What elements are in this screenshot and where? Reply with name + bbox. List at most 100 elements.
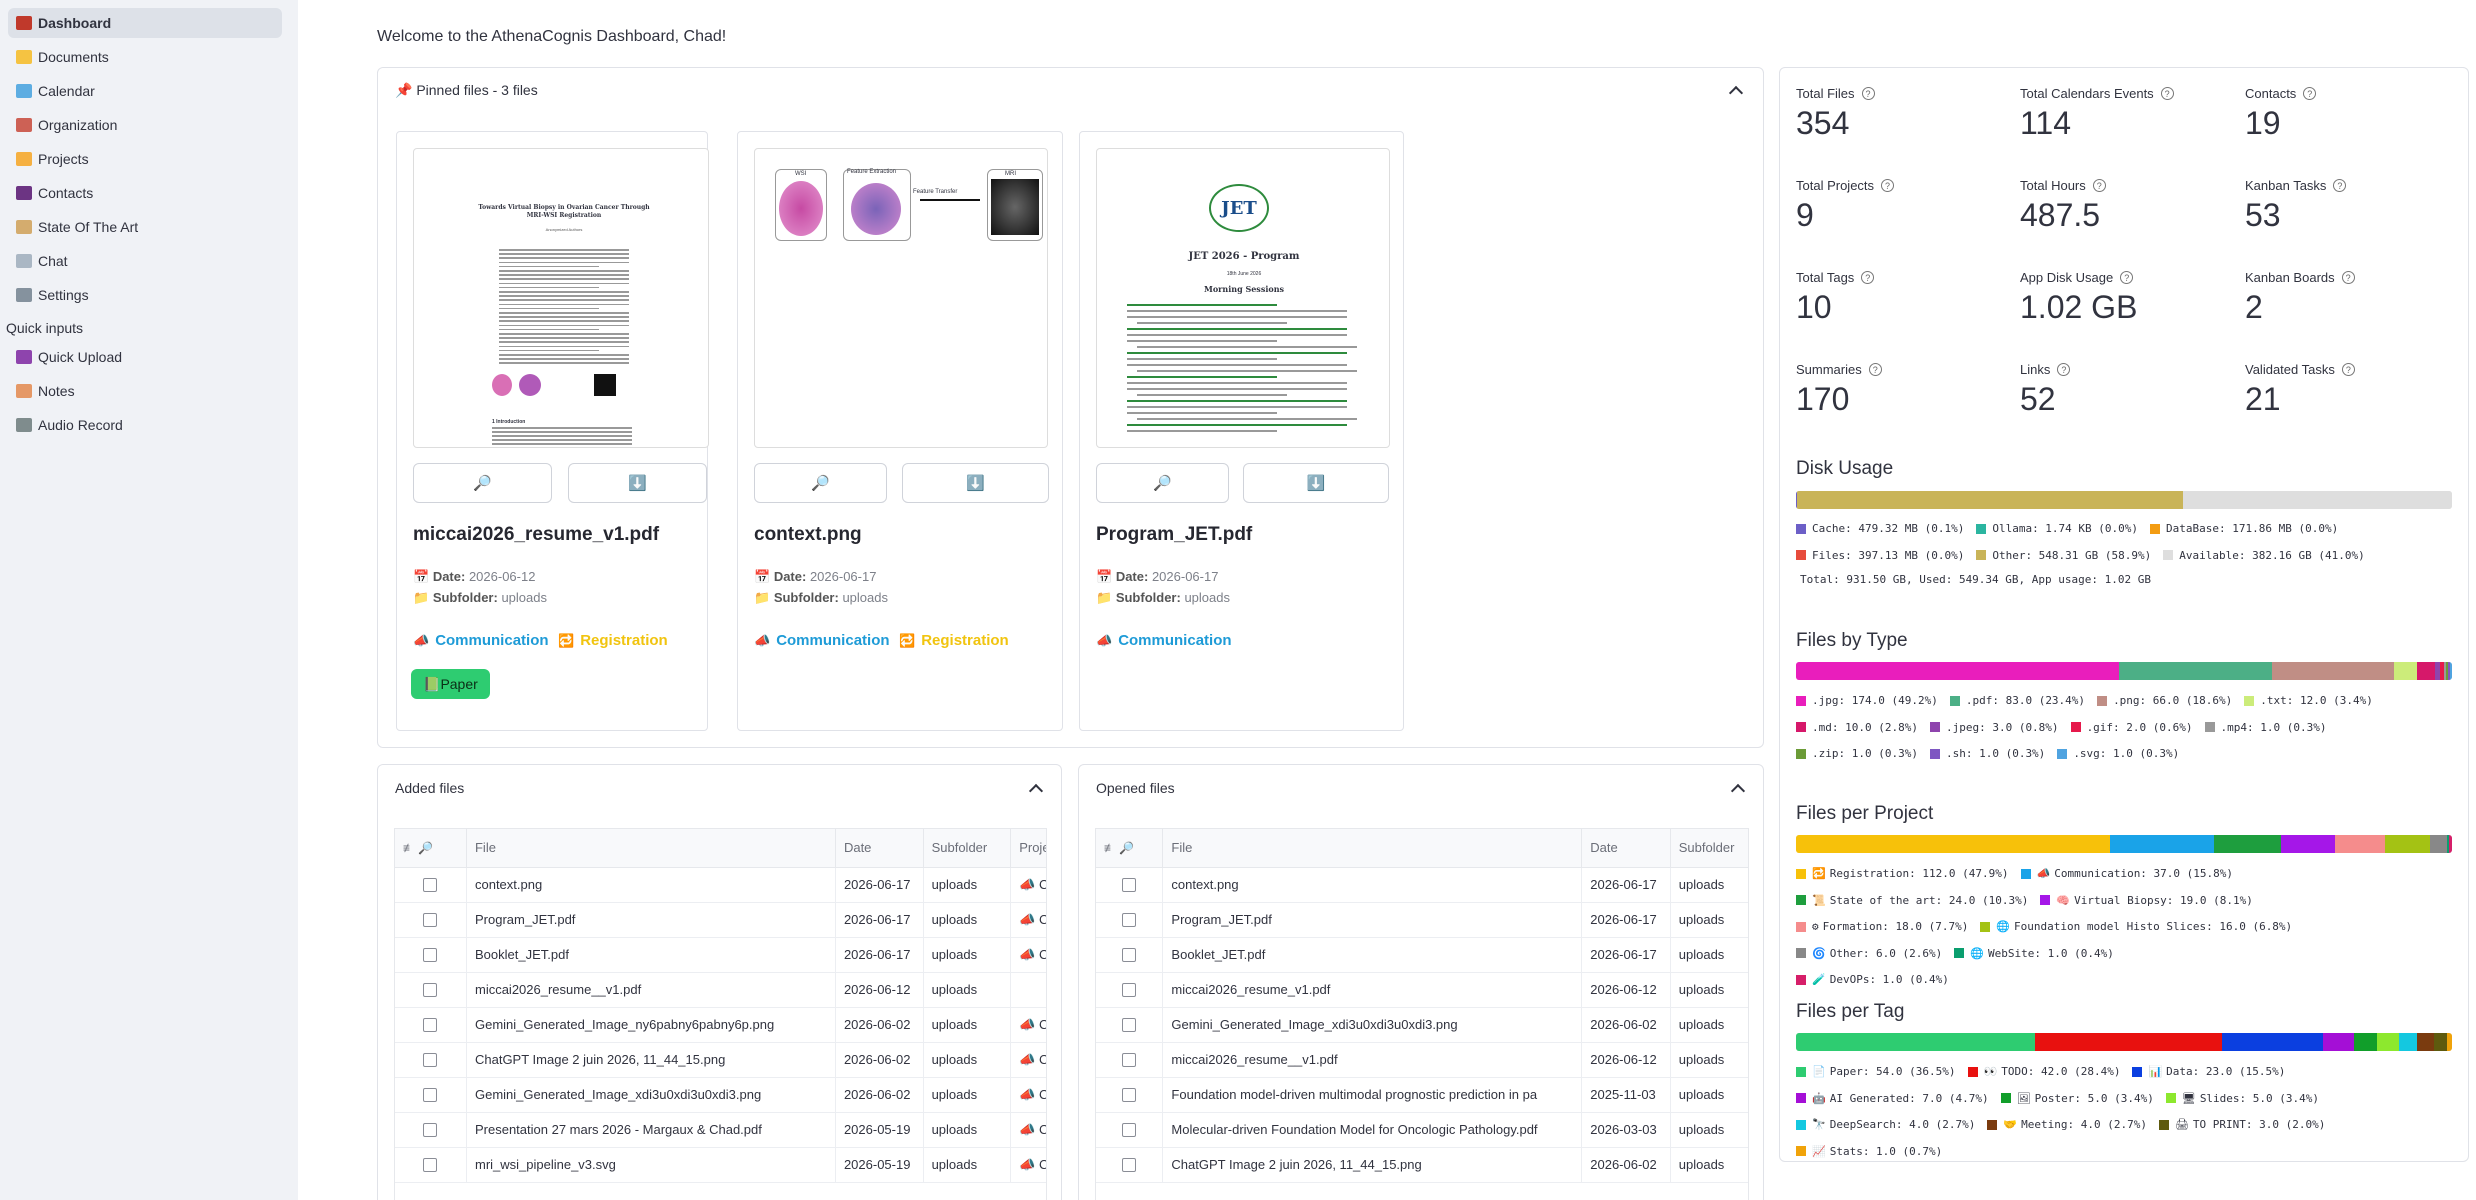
row-checkbox[interactable] (1122, 983, 1137, 998)
column-header[interactable]: Subfolder (1670, 829, 1748, 868)
help-icon[interactable]: ? (1861, 87, 1875, 100)
table-row[interactable]: Gemini_Generated_Image_xdi3u0xdi3u0xdi3.… (395, 1077, 1046, 1113)
row-checkbox-cell[interactable] (1096, 902, 1164, 938)
table-row[interactable]: Gemini_Generated_Image_ny6pabny6pabny6p.… (395, 1007, 1046, 1043)
column-header[interactable]: Date (1581, 829, 1671, 868)
sidebar-item-chat[interactable]: Chat (8, 246, 282, 276)
sidebar-item-calendar[interactable]: Calendar (8, 76, 282, 106)
project-tag[interactable]: 🔁 Registration (558, 632, 668, 649)
sidebar-item-organization[interactable]: Organization (8, 110, 282, 140)
sidebar-item-documents[interactable]: Documents (8, 42, 282, 72)
row-checkbox[interactable] (423, 1053, 438, 1068)
row-checkbox[interactable] (1122, 878, 1137, 893)
column-header[interactable]: Projects (1010, 829, 1046, 868)
row-checkbox[interactable] (423, 983, 438, 998)
table-row[interactable]: ChatGPT Image 2 juin 2026, 11_44_15.png 2… (395, 1042, 1046, 1078)
sidebar-item-state-of-the-art[interactable]: State Of The Art (8, 212, 282, 242)
help-icon[interactable]: ? (2057, 363, 2071, 376)
sidebar-item-settings[interactable]: Settings (8, 280, 282, 310)
help-icon[interactable]: ? (2120, 271, 2134, 284)
column-header[interactable]: File (466, 829, 836, 868)
table-row[interactable]: mri_wsi_pipeline_v3.svg 2026-05-19 uploads… (395, 1147, 1046, 1183)
row-checkbox-cell[interactable] (395, 1042, 467, 1078)
filter-search-icon[interactable]: ≢ 🔎 (403, 841, 433, 855)
row-checkbox[interactable] (1122, 1018, 1137, 1033)
help-icon[interactable]: ? (2341, 271, 2355, 284)
tag-pill-paper[interactable]: 📗 Paper (411, 669, 490, 699)
help-icon[interactable]: ? (1881, 179, 1895, 192)
table-row[interactable]: Booklet_JET.pdf2026-06-17uploads📣 Co (1096, 937, 1748, 973)
project-tag[interactable]: 📣 Communication (413, 632, 549, 649)
column-header[interactable]: Subfolder (923, 829, 1012, 868)
row-checkbox[interactable] (423, 1123, 438, 1138)
sidebar-item-dashboard[interactable]: Dashboard (8, 8, 282, 38)
project-tag[interactable]: 📣 Communication (754, 632, 890, 649)
help-icon[interactable]: ? (2341, 363, 2355, 376)
row-checkbox-cell[interactable] (1096, 1007, 1164, 1043)
row-checkbox-cell[interactable] (1096, 1147, 1164, 1183)
table-row[interactable]: context.png2026-06-17uploads📣 Co (1096, 867, 1748, 903)
help-icon[interactable]: ? (1861, 271, 1875, 284)
column-header[interactable]: File (1162, 829, 1583, 868)
preview-button[interactable]: 🔎 (413, 463, 552, 503)
filter-search-icon[interactable]: ≢ 🔎 (1104, 841, 1134, 855)
select-header[interactable]: ≢ 🔎 (1096, 829, 1164, 868)
project-tag[interactable]: 🔁 Registration (899, 632, 1009, 649)
table-row[interactable]: miccai2026_resume_v1.pdf 2026-06-12 upload… (1096, 972, 1748, 1008)
help-icon[interactable]: ? (2303, 87, 2317, 100)
sidebar-item-projects[interactable]: Projects (8, 144, 282, 174)
help-icon[interactable]: ? (1868, 363, 1882, 376)
added-files-header[interactable]: Added files (378, 765, 1061, 811)
row-checkbox-cell[interactable] (395, 867, 467, 903)
project-tag[interactable]: 📣 Communication (1096, 632, 1232, 649)
table-row[interactable]: Booklet_JET.pdf 2026-06-17 uploads 📣 Commun… (395, 937, 1046, 973)
row-checkbox-cell[interactable] (395, 1077, 467, 1113)
table-row[interactable]: Presentation 27 mars 2026 - Margaux & Ch… (395, 1112, 1046, 1148)
download-button[interactable]: ⬇️ (568, 463, 707, 503)
table-row[interactable]: context.png 2026-06-17 uploads 📣 Communicat… (395, 867, 1046, 903)
help-icon[interactable]: ? (2160, 87, 2174, 100)
row-checkbox[interactable] (423, 913, 438, 928)
table-row[interactable]: Gemini_Generated_Image_xdi3u0xdi3u0xdi3.… (1096, 1007, 1748, 1043)
preview-button[interactable]: 🔎 (754, 463, 887, 503)
row-checkbox[interactable] (423, 1088, 438, 1103)
help-icon[interactable]: ? (2333, 179, 2347, 192)
sidebar-item-quick-upload[interactable]: Quick Upload (8, 342, 282, 372)
table-row[interactable]: miccai2026_resume__v1.pdf 2026-06-12 uploa… (1096, 1042, 1748, 1078)
row-checkbox[interactable] (1122, 948, 1137, 963)
row-checkbox-cell[interactable] (1096, 972, 1164, 1008)
row-checkbox[interactable] (423, 948, 438, 963)
download-button[interactable]: ⬇️ (1243, 463, 1389, 503)
row-checkbox[interactable] (423, 1018, 438, 1033)
download-button[interactable]: ⬇️ (902, 463, 1049, 503)
table-row[interactable]: Program_JET.pdf2026-06-17uploads📣 Co (1096, 902, 1748, 938)
opened-files-header[interactable]: Opened files (1079, 765, 1763, 811)
row-checkbox-cell[interactable] (1096, 1042, 1164, 1078)
row-checkbox-cell[interactable] (395, 1147, 467, 1183)
row-checkbox[interactable] (1122, 1158, 1137, 1173)
row-checkbox[interactable] (423, 1158, 438, 1173)
column-header[interactable]: Date (835, 829, 924, 868)
help-icon[interactable]: ? (2092, 179, 2106, 192)
preview-button[interactable]: 🔎 (1096, 463, 1229, 503)
row-checkbox-cell[interactable] (1096, 937, 1164, 973)
row-checkbox[interactable] (1122, 1123, 1137, 1138)
row-checkbox-cell[interactable] (1096, 867, 1164, 903)
row-checkbox-cell[interactable] (1096, 1112, 1164, 1148)
chevron-up-icon[interactable] (1728, 85, 1744, 101)
select-header[interactable]: ≢ 🔎 (395, 829, 467, 868)
table-row[interactable]: miccai2026_resume__v1.pdf 2026-06-12 uploa… (395, 972, 1046, 1008)
row-checkbox[interactable] (1122, 1088, 1137, 1103)
table-row[interactable]: ChatGPT Image 2 juin 2026, 11_44_15.png 2… (1096, 1147, 1748, 1183)
chevron-up-icon[interactable] (1730, 783, 1746, 799)
table-row[interactable]: Program_JET.pdf 2026-06-17 uploads 📣 Commun… (395, 902, 1046, 938)
row-checkbox-cell[interactable] (1096, 1077, 1164, 1113)
table-row[interactable]: Foundation model-driven multimodal progn… (1096, 1077, 1748, 1113)
sidebar-item-contacts[interactable]: Contacts (8, 178, 282, 208)
chevron-up-icon[interactable] (1028, 783, 1044, 799)
row-checkbox-cell[interactable] (395, 937, 467, 973)
row-checkbox-cell[interactable] (395, 1007, 467, 1043)
row-checkbox[interactable] (1122, 913, 1137, 928)
row-checkbox-cell[interactable] (395, 1112, 467, 1148)
row-checkbox[interactable] (1122, 1053, 1137, 1068)
